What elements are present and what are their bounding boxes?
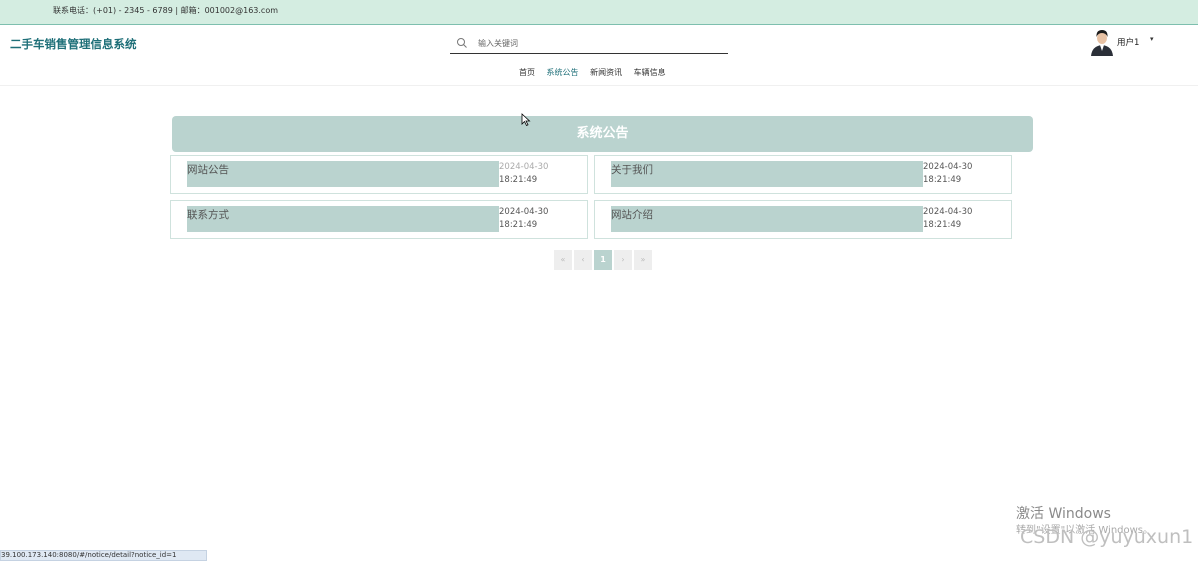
mouse-cursor-icon xyxy=(521,113,531,127)
notice-title[interactable]: 网站介绍 xyxy=(611,207,653,222)
notice-card[interactable]: 关于我们 2024-04-30 18:21:49 xyxy=(594,155,1012,194)
notice-card[interactable]: 网站介绍 2024-04-30 18:21:49 xyxy=(594,200,1012,239)
top-contact-bar: 联系电话：(+01) - 2345 - 6789 | 邮箱：001002@163… xyxy=(0,0,1198,25)
search-box[interactable]: 输入关键词 xyxy=(450,33,728,54)
contact-info: 联系电话：(+01) - 2345 - 6789 | 邮箱：001002@163… xyxy=(53,6,279,15)
pager-first-button[interactable]: « xyxy=(554,250,572,270)
nav-vehicles[interactable]: 车辆信息 xyxy=(634,68,666,77)
notice-date: 2024-04-30 18:21:49 xyxy=(499,162,549,185)
main-nav: 首页 系统公告 新闻资讯 车辆信息 xyxy=(519,67,675,78)
search-input[interactable]: 输入关键词 xyxy=(478,38,518,49)
notice-card[interactable]: 网站公告 2024-04-30 18:21:49 xyxy=(170,155,588,194)
site-header: 二手车销售管理信息系统 输入关键词 首页 系统公告 新闻资讯 车辆信息 用户1 … xyxy=(0,25,1198,86)
notice-title[interactable]: 联系方式 xyxy=(187,207,229,222)
notice-date: 2024-04-30 18:21:49 xyxy=(923,207,973,230)
pager-prev-button[interactable]: ‹ xyxy=(574,250,592,270)
pager-page-button[interactable]: 1 xyxy=(594,250,612,270)
notice-card[interactable]: 联系方式 2024-04-30 18:21:49 xyxy=(170,200,588,239)
notice-image-placeholder xyxy=(187,161,499,187)
pager-next-button[interactable]: › xyxy=(614,250,632,270)
notice-image-placeholder xyxy=(611,161,923,187)
windows-activation-watermark: 激活 Windows xyxy=(1016,506,1111,522)
nav-home[interactable]: 首页 xyxy=(519,68,535,77)
notice-title[interactable]: 网站公告 xyxy=(187,162,229,177)
notice-image-placeholder xyxy=(611,206,923,232)
chevron-down-icon[interactable]: ▾ xyxy=(1150,35,1154,43)
pager-last-button[interactable]: » xyxy=(634,250,652,270)
notice-title[interactable]: 关于我们 xyxy=(611,162,653,177)
search-icon xyxy=(457,38,467,48)
notice-date: 2024-04-30 18:21:49 xyxy=(923,162,973,185)
notice-date: 2024-04-30 18:21:49 xyxy=(499,207,549,230)
site-logo[interactable]: 二手车销售管理信息系统 xyxy=(10,36,137,52)
section-title: 系统公告 xyxy=(172,116,1033,152)
user-name[interactable]: 用户1 xyxy=(1117,36,1139,48)
notice-image-placeholder xyxy=(187,206,499,232)
browser-status-url: 39.100.173.140:8080/#/notice/detail?noti… xyxy=(0,550,207,561)
nav-notices[interactable]: 系统公告 xyxy=(547,68,579,77)
avatar[interactable] xyxy=(1090,28,1114,56)
nav-news[interactable]: 新闻资讯 xyxy=(590,68,622,77)
csdn-watermark: CSDN @yuyuxun1 xyxy=(1020,526,1194,548)
